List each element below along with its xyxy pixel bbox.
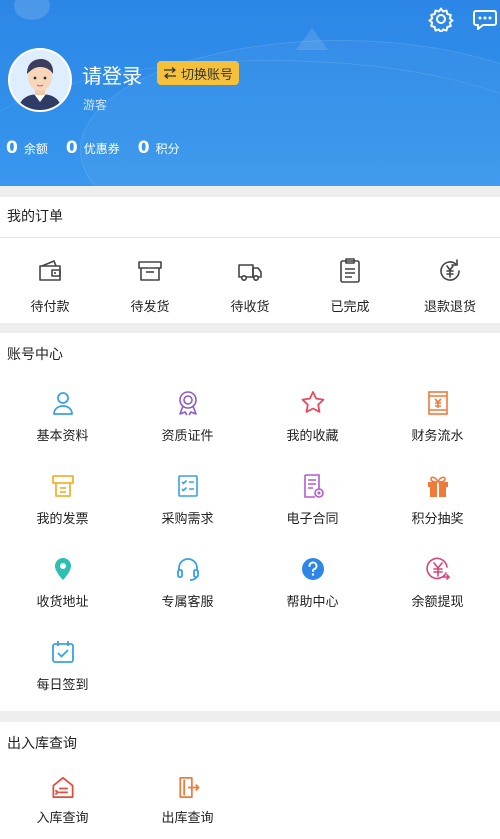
order-label: 待收货 <box>230 300 270 315</box>
section-title: 出入库查询 <box>7 736 77 752</box>
star-icon <box>301 391 324 413</box>
stat-value: 0 <box>6 138 18 158</box>
account-shipping-address[interactable]: 收货地址 <box>0 543 125 626</box>
swap-icon <box>163 67 177 79</box>
account-help-center[interactable]: 帮助中心 <box>250 543 375 626</box>
order-refund[interactable]: 退款退货 <box>400 238 500 322</box>
grid-label: 电子合同 <box>286 512 339 527</box>
switch-account-label: 切换账号 <box>181 67 234 83</box>
invoice-icon <box>51 475 74 497</box>
account-invoices[interactable]: 我的发票 <box>0 460 125 543</box>
grid-label: 基本资料 <box>36 429 89 444</box>
grid-label: 我的发票 <box>36 512 89 527</box>
section-title: 账号中心 <box>7 347 63 363</box>
account-e-contract[interactable]: 电子合同 <box>250 460 375 543</box>
grid-label: 积分抽奖 <box>411 512 464 527</box>
warehouse-in-icon <box>51 776 74 799</box>
grid-label: 专属客服 <box>161 595 214 610</box>
order-label: 待发货 <box>130 300 170 315</box>
stat-label: 优惠券 <box>83 142 120 156</box>
account-certificates[interactable]: 资质证件 <box>125 377 250 460</box>
location-icon <box>54 558 71 580</box>
stat-points[interactable]: 0 积分 <box>138 138 180 158</box>
contract-icon <box>303 474 324 498</box>
account-purchase-demand[interactable]: 采购需求 <box>125 460 250 543</box>
orders-section: 我的订单 待付款 待发货 待收货 已完成 退款退货 <box>0 197 500 323</box>
avatar-illustration <box>10 50 70 110</box>
order-completed[interactable]: 已完成 <box>300 238 400 322</box>
order-label: 待付款 <box>30 300 70 315</box>
io-label: 出库查询 <box>161 811 214 826</box>
withdraw-icon <box>425 557 450 580</box>
message-icon[interactable] <box>472 6 498 32</box>
calendar-icon <box>51 641 74 663</box>
gift-icon <box>427 476 448 497</box>
account-basic-info[interactable]: 基本资料 <box>0 377 125 460</box>
wallet-icon <box>39 260 61 281</box>
profile-header: 请登录 切换账号 游客 0 余额 0 优惠券 0 积分 <box>0 0 500 186</box>
box-icon <box>138 261 162 281</box>
account-finance-flow[interactable]: 财务流水 <box>375 377 500 460</box>
grid-label: 收货地址 <box>36 595 89 610</box>
award-icon <box>178 391 197 416</box>
account-daily-checkin[interactable]: 每日签到 <box>0 626 125 709</box>
avatar[interactable] <box>8 48 72 112</box>
order-label: 已完成 <box>330 300 370 315</box>
stat-label: 余额 <box>23 142 48 156</box>
stat-label: 积分 <box>155 142 180 156</box>
stat-coupons[interactable]: 0 优惠券 <box>66 138 120 158</box>
decor-triangle <box>296 28 328 50</box>
order-pending-shipment[interactable]: 待发货 <box>100 238 200 322</box>
user-icon <box>52 392 73 415</box>
decor-bubble <box>14 0 50 20</box>
headset-icon <box>176 558 199 581</box>
order-pending-receipt[interactable]: 待收货 <box>200 238 300 322</box>
outbound-query[interactable]: 出库查询 <box>125 766 250 826</box>
order-pending-payment[interactable]: 待付款 <box>0 238 100 322</box>
account-section: 账号中心 基本资料 资质证件 我的收藏 财务流水 我的发票 采购需求 电子合同 … <box>0 333 500 711</box>
io-label: 入库查询 <box>36 811 89 826</box>
grid-label: 资质证件 <box>161 429 214 444</box>
receipt-icon <box>427 391 448 415</box>
gear-icon[interactable] <box>428 6 454 32</box>
truck-icon <box>238 264 262 281</box>
checklist-icon <box>177 475 198 497</box>
help-icon <box>301 558 324 580</box>
stat-balance[interactable]: 0 余额 <box>6 138 48 158</box>
decor-wave <box>80 40 500 186</box>
section-title: 我的订单 <box>7 209 63 225</box>
inout-section: 出入库查询 入库查询 出库查询 <box>0 722 500 839</box>
warehouse-out-icon <box>178 776 199 799</box>
grid-label: 我的收藏 <box>286 429 339 444</box>
stat-value: 0 <box>65 138 78 158</box>
grid-label: 帮助中心 <box>286 595 339 610</box>
refund-icon <box>440 259 460 281</box>
account-stats: 0 余额 0 优惠券 0 积分 <box>6 138 198 158</box>
grid-label: 采购需求 <box>161 512 214 527</box>
user-role-label: 游客 <box>83 98 108 112</box>
grid-label: 财务流水 <box>411 429 464 444</box>
inbound-query[interactable]: 入库查询 <box>0 766 125 826</box>
account-balance-withdraw[interactable]: 余额提现 <box>375 543 500 626</box>
switch-account-button[interactable]: 切换账号 <box>157 61 240 85</box>
stat-value: 0 <box>137 138 150 158</box>
account-points-lottery[interactable]: 积分抽奖 <box>375 460 500 543</box>
account-customer-service[interactable]: 专属客服 <box>125 543 250 626</box>
order-label: 退款退货 <box>423 300 476 315</box>
login-link[interactable]: 请登录 <box>82 60 142 89</box>
grid-label: 每日签到 <box>36 678 89 693</box>
clipboard-icon <box>340 258 360 283</box>
account-favorites[interactable]: 我的收藏 <box>250 377 375 460</box>
grid-label: 余额提现 <box>411 595 464 610</box>
